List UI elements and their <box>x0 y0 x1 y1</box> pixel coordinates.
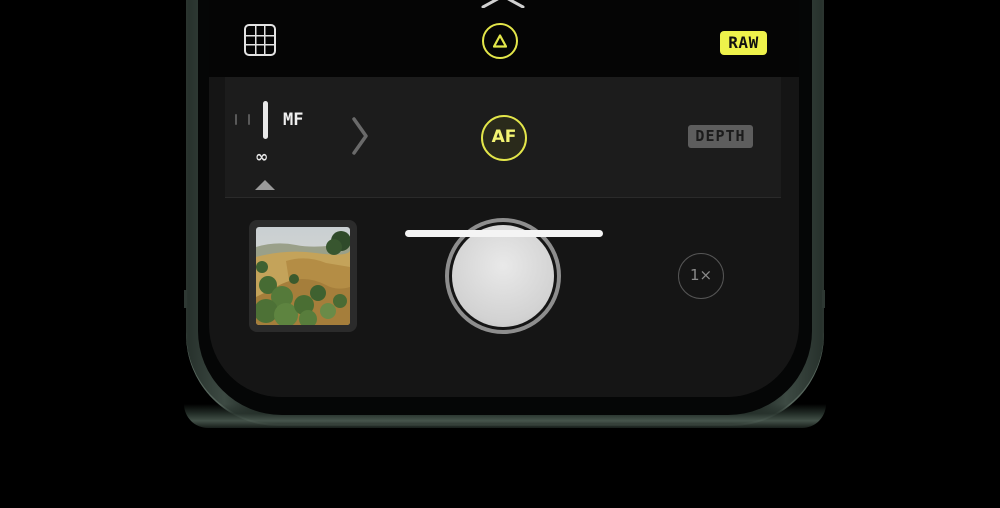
photo-thumbnail-image <box>256 227 350 325</box>
home-indicator[interactable] <box>405 230 603 237</box>
autofocus-button[interactable]: AF <box>481 115 527 161</box>
exposure-button[interactable] <box>482 23 518 59</box>
side-button <box>184 290 187 308</box>
zoom-button[interactable]: 1× <box>678 253 724 299</box>
focus-control-row: MF ∞ AF DEPTH <box>225 77 781 198</box>
grid-icon[interactable] <box>244 24 276 56</box>
app-screenshot: RAW MF ∞ AF DEPTH 1× <box>0 0 1000 508</box>
side-button <box>822 290 825 308</box>
capture-row: 1× <box>225 198 781 397</box>
chevron-right-icon[interactable] <box>351 116 369 156</box>
shutter-core <box>452 225 554 327</box>
shutter-ring <box>449 222 557 330</box>
depth-toggle[interactable]: DEPTH <box>688 125 753 148</box>
raw-toggle[interactable]: RAW <box>720 31 767 55</box>
exposure-triangle-icon <box>493 34 507 48</box>
focus-distance-label: ∞ <box>255 147 269 166</box>
focus-pointer-icon <box>255 180 275 190</box>
manual-focus-label: MF <box>283 110 304 130</box>
focus-slider-handle[interactable] <box>263 101 268 139</box>
last-photo-thumbnail[interactable] <box>249 220 357 332</box>
focus-scale-tick <box>248 114 250 125</box>
chevron-up-icon[interactable] <box>481 0 525 8</box>
camera-top-bar: RAW <box>209 0 799 77</box>
camera-screen: RAW MF ∞ AF DEPTH 1× <box>209 0 799 397</box>
focus-scale-tick <box>235 114 237 125</box>
